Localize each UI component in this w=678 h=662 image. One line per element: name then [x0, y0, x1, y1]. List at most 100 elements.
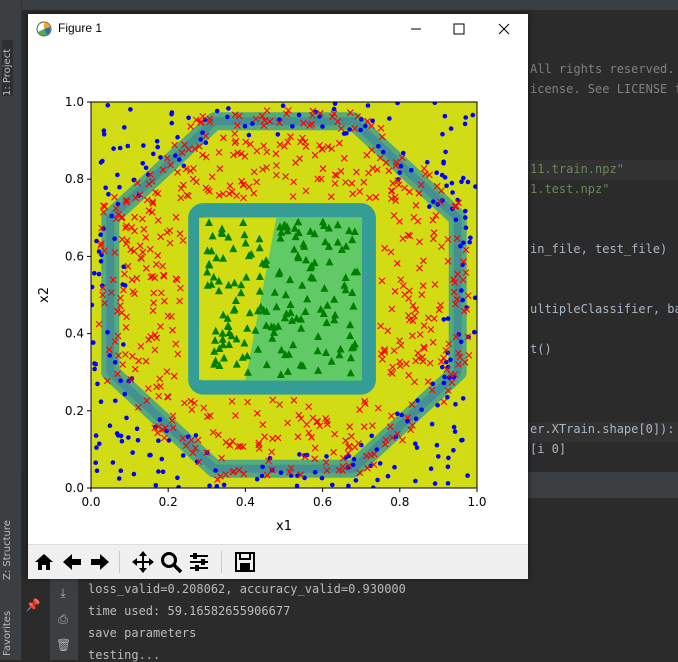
data-point-blue	[435, 403, 440, 408]
data-point-blue	[186, 115, 191, 121]
data-point-blue	[319, 475, 325, 481]
data-point-blue	[135, 438, 141, 443]
data-point-blue	[365, 103, 371, 108]
data-point-blue	[453, 217, 459, 223]
data-point-blue	[118, 378, 123, 384]
data-point-blue	[153, 483, 159, 488]
console-line: save parameters	[88, 626, 197, 640]
data-point-blue	[445, 395, 450, 400]
data-point-blue	[344, 131, 349, 136]
home-icon[interactable]	[32, 550, 56, 574]
data-point-blue	[431, 199, 436, 204]
data-point-blue	[112, 360, 118, 365]
minimize-button[interactable]	[401, 19, 431, 39]
data-point-blue	[463, 115, 469, 120]
data-point-blue	[444, 183, 449, 189]
data-point-blue	[470, 112, 476, 118]
data-point-blue	[465, 179, 471, 185]
data-point-blue	[103, 185, 108, 191]
data-point-blue	[175, 475, 180, 481]
code-editor[interactable]	[527, 10, 678, 470]
data-point-blue	[465, 473, 470, 478]
print-icon[interactable]: ⎙	[56, 612, 70, 626]
code-line: t()	[530, 342, 552, 356]
figure-window[interactable]: Figure 1 0.0 0.2 0.4 0.6 0.8 1.0 0.0 0.2 0.4 0.6 0…	[28, 14, 528, 579]
data-point-blue	[101, 128, 107, 133]
data-point-blue	[122, 125, 127, 130]
data-point-blue	[122, 391, 128, 397]
data-point-blue	[448, 126, 454, 131]
data-point-blue	[221, 482, 227, 488]
favorites-tab[interactable]: Favorites	[2, 608, 13, 656]
data-point-blue	[141, 143, 146, 148]
data-point-blue	[91, 340, 96, 345]
data-point-blue	[358, 127, 363, 133]
data-point-blue	[385, 473, 391, 479]
data-point-blue	[177, 157, 182, 162]
code-line: er.XTrain.shape[0]):	[530, 422, 675, 436]
scatter-plot[interactable]: 0.0 0.2 0.4 0.6 0.8 1.00.00.20.40.60.81.0 x1 …	[28, 44, 528, 544]
data-point-blue	[275, 132, 281, 137]
data-point-blue	[462, 121, 468, 127]
data-point-blue	[181, 163, 187, 169]
navigation-toolbar	[28, 544, 528, 579]
data-point-blue	[259, 473, 265, 479]
data-point-blue	[413, 416, 419, 422]
pin-icon[interactable]: 📌	[24, 598, 42, 614]
y-tick-label: 0.2	[65, 404, 84, 418]
data-point-blue	[377, 461, 383, 466]
code-line: icense. See LICENSE fi	[530, 82, 678, 96]
data-point-blue	[169, 120, 175, 126]
data-point-blue	[451, 448, 456, 453]
y-axis-label: x2	[37, 287, 52, 303]
run-console-header	[527, 472, 678, 498]
data-point-blue	[415, 398, 420, 403]
data-point-blue	[445, 464, 451, 470]
configure-icon[interactable]	[187, 550, 211, 574]
data-point-blue	[157, 417, 163, 422]
data-point-blue	[436, 454, 441, 459]
data-point-blue	[399, 412, 405, 418]
close-button[interactable]	[489, 19, 519, 39]
data-point-blue	[169, 110, 175, 115]
data-point-blue	[158, 155, 163, 160]
data-point-blue	[452, 429, 458, 434]
data-point-blue	[98, 399, 104, 405]
data-point-blue	[96, 271, 102, 277]
project-tab[interactable]: 1: Project	[2, 40, 13, 96]
code-line: ultipleClassifier, ba	[530, 302, 678, 316]
data-point-blue	[226, 106, 231, 111]
data-point-blue	[312, 470, 318, 475]
data-point-blue	[442, 113, 448, 119]
data-point-blue	[278, 470, 284, 476]
console-toolbar: ⤓ ⎙ 🗑	[50, 578, 78, 660]
data-point-blue	[432, 102, 438, 106]
figure-titlebar[interactable]: Figure 1	[28, 14, 528, 44]
data-point-blue	[432, 481, 438, 486]
data-point-blue	[445, 481, 451, 486]
data-point-blue	[441, 317, 447, 322]
pan-icon[interactable]	[131, 550, 155, 574]
maximize-button[interactable]	[444, 19, 474, 39]
data-point-blue	[176, 485, 181, 488]
data-point-blue	[458, 243, 463, 249]
trash-icon[interactable]: 🗑	[56, 638, 71, 652]
structure-tab[interactable]: Z: Structure	[2, 510, 13, 580]
forward-icon[interactable]	[88, 550, 112, 574]
ide-top-bar	[21, 0, 678, 10]
data-point-blue	[369, 433, 375, 439]
data-point-blue	[214, 108, 220, 114]
data-point-blue	[117, 145, 123, 151]
data-point-blue	[98, 259, 104, 264]
data-point-blue	[130, 450, 135, 455]
back-icon[interactable]	[60, 550, 84, 574]
zoom-icon[interactable]	[159, 550, 183, 574]
data-point-blue	[290, 124, 295, 129]
data-point-blue	[250, 121, 255, 126]
save-icon[interactable]	[233, 550, 257, 574]
scroll-to-end-icon[interactable]: ⤓	[56, 586, 70, 600]
data-point-blue	[118, 433, 124, 439]
x-tick-label: 1.0	[467, 495, 486, 509]
data-point-blue	[441, 380, 447, 386]
data-point-blue	[121, 342, 126, 347]
